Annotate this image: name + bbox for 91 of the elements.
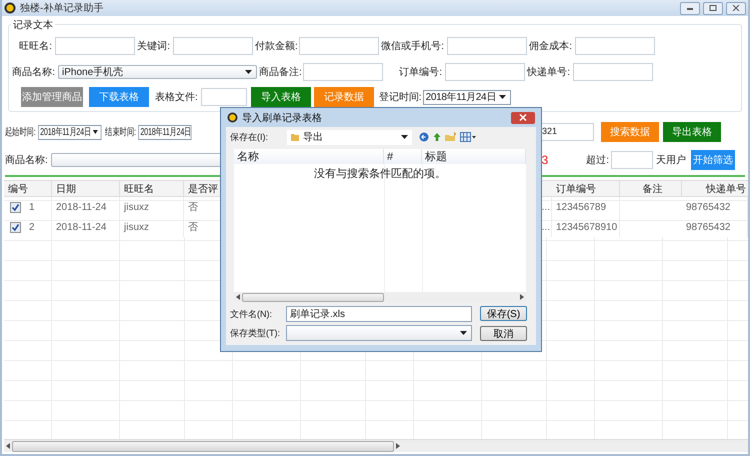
field-label: 保存在(I): <box>230 130 269 144</box>
field-label: 文件名(N): <box>230 308 273 320</box>
up-arrow-icon[interactable] <box>432 132 442 142</box>
dialog-title: 导入刷单记录表格 <box>242 112 322 124</box>
back-icon[interactable] <box>419 132 429 142</box>
location-dropdown[interactable]: 导出 <box>287 130 412 144</box>
column-header: 订单编号 <box>552 181 620 196</box>
field-label: 微信或手机号: <box>381 40 445 53</box>
input-field[interactable] <box>445 63 525 81</box>
maximize-button[interactable] <box>703 2 723 14</box>
minimize-button[interactable] <box>680 2 700 14</box>
new-folder-icon[interactable] <box>445 132 457 142</box>
input-field[interactable] <box>611 151 653 169</box>
close-button[interactable] <box>726 2 746 14</box>
table-cell: jisuxz <box>120 197 184 217</box>
file-type-dropdown[interactable] <box>286 325 472 341</box>
minimize-icon <box>686 5 694 11</box>
table-cell: 1 <box>29 202 35 212</box>
table-cell: jisuxz <box>120 217 184 237</box>
input-field[interactable] <box>200 88 247 106</box>
field-label: 旺旺名: <box>18 40 53 53</box>
export-button[interactable]: 导出表格 <box>663 122 721 142</box>
field-label: 保存类型(T): <box>230 326 281 340</box>
field-label: 超过: <box>586 154 610 167</box>
date-picker[interactable]: 2018年11月24日 <box>422 90 512 104</box>
field-label: 商品名称: <box>11 66 56 79</box>
field-label: 商品名称: <box>5 154 49 167</box>
app-icon <box>4 2 16 14</box>
maximize-icon <box>709 5 717 11</box>
input-field[interactable] <box>299 37 379 55</box>
close-icon <box>519 114 527 121</box>
table-cell: 2018-11-24 <box>52 197 120 217</box>
caret-icon <box>401 135 408 139</box>
field-label: 快递单号: <box>527 66 571 79</box>
row-checkbox[interactable] <box>10 222 21 232</box>
folder-icon <box>290 132 300 142</box>
input-field[interactable] <box>55 37 135 55</box>
input-field[interactable] <box>303 63 383 81</box>
caret-icon <box>499 95 506 99</box>
column-header[interactable]: # <box>384 149 422 164</box>
column-header: 编号 <box>4 181 52 196</box>
field-label: 结束时间: <box>105 126 138 139</box>
empty-message: 没有与搜索条件匹配的项。 <box>314 166 446 180</box>
import-button[interactable]: 导入表格 <box>250 87 311 107</box>
date-picker[interactable]: 2018年11月24日 <box>38 124 102 140</box>
row-checkbox[interactable] <box>10 202 21 212</box>
horizontal-scrollbar[interactable] <box>4 439 748 452</box>
group-title: 记录文本 <box>11 18 55 32</box>
field-label: 佣金成本: <box>529 40 573 53</box>
caret-icon <box>460 331 467 335</box>
column-header: 快递单号 <box>704 182 747 196</box>
field-label: 商品备注: <box>259 66 303 79</box>
app-icon <box>227 112 238 123</box>
column-header: 旺旺名 <box>120 181 184 196</box>
count-text: 3 <box>542 153 548 167</box>
column-header: 备注 <box>620 181 682 196</box>
field-label: 登记时间: <box>378 90 423 104</box>
table-cell: 12345678910 <box>552 217 620 237</box>
field-label: 付款金额: <box>255 40 299 53</box>
product-dropdown[interactable]: iPhone手机壳 <box>58 65 257 79</box>
field-label: 天用户 <box>656 154 687 167</box>
table-cell: 98765432 <box>682 197 748 217</box>
save-button[interactable]: 保存(S) <box>480 306 527 321</box>
date-picker[interactable]: 2018年11月24日 <box>138 124 192 140</box>
table-cell: 2018-11-24 <box>52 217 120 237</box>
table-cell: 98765432 <box>682 217 748 237</box>
input-field[interactable] <box>575 37 655 55</box>
field-label: 关键词: <box>137 40 171 53</box>
input-field[interactable] <box>573 63 653 81</box>
caret-icon <box>245 70 252 74</box>
table-cell: 123456789 <box>552 197 620 217</box>
close-button[interactable] <box>511 112 535 124</box>
scroll-right-icon <box>396 443 400 449</box>
input-field[interactable] <box>173 37 253 55</box>
column-header[interactable]: 名称 <box>234 149 384 164</box>
scroll-left-icon <box>236 294 240 300</box>
close-icon <box>732 5 740 11</box>
scroll-right-icon <box>520 294 524 300</box>
window-title: 独楼-补单记录助手 <box>20 2 104 15</box>
filename-field[interactable]: 刷单记录.xls <box>286 306 472 322</box>
field-label: 表格文件: <box>155 90 199 104</box>
cancel-button[interactable]: 取消 <box>480 326 527 341</box>
caret-icon <box>93 130 98 134</box>
column-header[interactable]: 标题 <box>422 149 526 164</box>
field-label: 起始时间: <box>5 126 37 139</box>
view-menu-icon[interactable] <box>460 132 476 142</box>
scroll-left-icon <box>6 443 10 449</box>
table-cell: 2 <box>29 222 35 232</box>
input-field[interactable] <box>447 37 527 55</box>
column-header: 日期 <box>52 181 120 196</box>
field-label: 订单编号: <box>398 66 443 79</box>
